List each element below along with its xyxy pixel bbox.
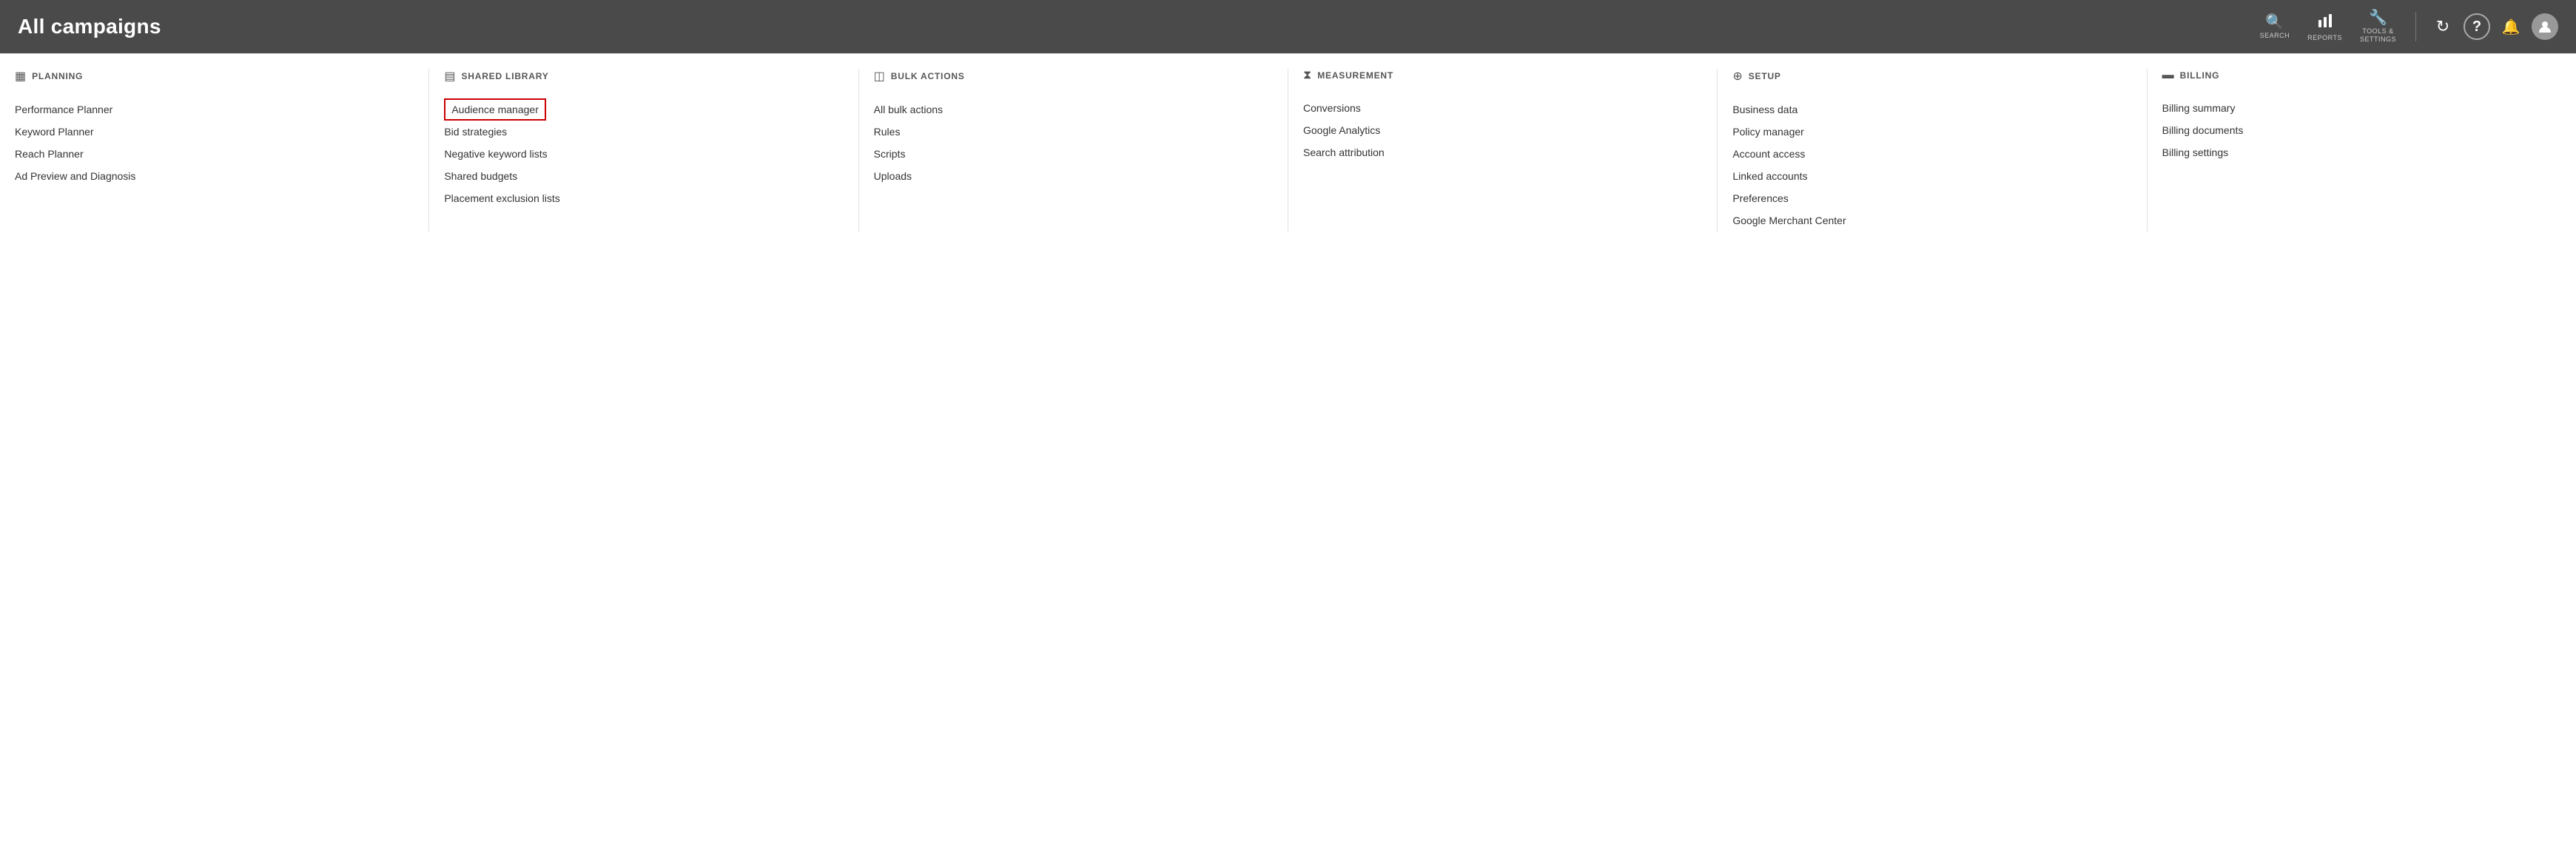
menu-item-ad-preview[interactable]: Ad Preview and Diagnosis [15, 165, 414, 187]
menu-item-linked-accounts[interactable]: Linked accounts [1732, 165, 2131, 187]
tools-button[interactable]: 🔧 TOOLS &SETTINGS [2353, 6, 2404, 48]
search-icon: 🔍 [2265, 15, 2284, 30]
section-title-billing: BILLING [2180, 70, 2220, 81]
menu-item-business-data[interactable]: Business data [1732, 98, 2131, 121]
menu-section-setup: ⊕ SETUP Business dataPolicy managerAccount… [1718, 69, 2147, 232]
refresh-button[interactable]: ↻ [2428, 12, 2458, 41]
menu-item-scripts[interactable]: Scripts [874, 143, 1273, 165]
help-button[interactable]: ? [2464, 13, 2490, 40]
reports-label: REPORTS [2307, 34, 2342, 41]
section-header-shared-library: ▤ SHARED LIBRARY [444, 69, 843, 87]
menu-item-billing-summary[interactable]: Billing summary [2162, 97, 2561, 119]
shared-library-section-icon: ▤ [444, 69, 455, 84]
section-title-measurement: MEASUREMENT [1317, 70, 1393, 81]
menu-item-reach-planner[interactable]: Reach Planner [15, 143, 414, 165]
setup-section-icon: ⊕ [1732, 69, 1742, 84]
menu-item-preferences[interactable]: Preferences [1732, 187, 2131, 209]
menu-item-conversions[interactable]: Conversions [1303, 97, 1702, 119]
section-title-bulk-actions: BULK ACTIONS [891, 71, 965, 81]
section-header-billing: ▬ BILLING [2162, 69, 2561, 85]
menu-item-placement-exclusion-lists[interactable]: Placement exclusion lists [444, 187, 843, 209]
menu-item-google-analytics[interactable]: Google Analytics [1303, 119, 1702, 141]
top-header: All campaigns 🔍 SEARCH REPORTS 🔧 TO [0, 0, 2576, 53]
menu-item-negative-keyword-lists[interactable]: Negative keyword lists [444, 143, 843, 165]
reports-icon [2317, 13, 2333, 32]
menu-item-keyword-planner[interactable]: Keyword Planner [15, 121, 414, 143]
dropdown-menu: ▦ PLANNING Performance PlannerKeyword Plan… [0, 53, 2576, 254]
search-button[interactable]: 🔍 SEARCH [2253, 10, 2298, 44]
menu-item-billing-settings[interactable]: Billing settings [2162, 141, 2561, 163]
menu-item-search-attribution[interactable]: Search attribution [1303, 141, 1702, 163]
menu-item-google-merchant-center[interactable]: Google Merchant Center [1732, 209, 2131, 232]
menu-item-performance-planner[interactable]: Performance Planner [15, 98, 414, 121]
menu-item-audience-manager[interactable]: Audience manager [444, 98, 546, 121]
menu-item-billing-documents[interactable]: Billing documents [2162, 119, 2561, 141]
menu-section-measurement: ⧗ MEASUREMENT ConversionsGoogle AnalyticsS… [1288, 69, 1718, 232]
menu-section-planning: ▦ PLANNING Performance PlannerKeyword Plan… [0, 69, 429, 232]
menu-section-bulk-actions: ◫ BULK ACTIONS All bulk actionsRulesScript… [859, 69, 1288, 232]
billing-section-icon: ▬ [2162, 69, 2174, 82]
section-header-setup: ⊕ SETUP [1732, 69, 2131, 87]
menu-item-bid-strategies[interactable]: Bid strategies [444, 121, 843, 143]
planning-section-icon: ▦ [15, 69, 26, 84]
notifications-button[interactable]: 🔔 [2496, 12, 2526, 41]
tools-icon: 🔧 [2369, 10, 2387, 25]
section-header-measurement: ⧗ MEASUREMENT [1303, 69, 1702, 85]
page-title: All campaigns [18, 15, 161, 38]
menu-section-billing: ▬ BILLING Billing summaryBilling documents… [2148, 69, 2576, 232]
reports-button[interactable]: REPORTS [2300, 8, 2350, 46]
header-divider [2415, 12, 2416, 41]
section-header-planning: ▦ PLANNING [15, 69, 414, 87]
bulk-actions-section-icon: ◫ [874, 69, 885, 84]
section-title-setup: SETUP [1749, 71, 1781, 81]
menu-item-uploads[interactable]: Uploads [874, 165, 1273, 187]
menu-item-account-access[interactable]: Account access [1732, 143, 2131, 165]
tools-label: TOOLS &SETTINGS [2360, 27, 2396, 44]
section-title-shared-library: SHARED LIBRARY [461, 71, 548, 81]
header-right: 🔍 SEARCH REPORTS 🔧 TOOLS &SETTINGS ↻ [2253, 6, 2558, 48]
menu-item-policy-manager[interactable]: Policy manager [1732, 121, 2131, 143]
menu-item-all-bulk-actions[interactable]: All bulk actions [874, 98, 1273, 121]
section-title-planning: PLANNING [32, 71, 83, 81]
header-icon-group: 🔍 SEARCH REPORTS 🔧 TOOLS &SETTINGS [2253, 6, 2404, 48]
measurement-section-icon: ⧗ [1303, 69, 1311, 82]
search-label: SEARCH [2260, 32, 2290, 39]
section-header-bulk-actions: ◫ BULK ACTIONS [874, 69, 1273, 87]
menu-section-shared-library: ▤ SHARED LIBRARY Audience managerBid strat… [429, 69, 858, 232]
menu-item-shared-budgets[interactable]: Shared budgets [444, 165, 843, 187]
menu-item-rules[interactable]: Rules [874, 121, 1273, 143]
avatar[interactable] [2532, 13, 2558, 40]
